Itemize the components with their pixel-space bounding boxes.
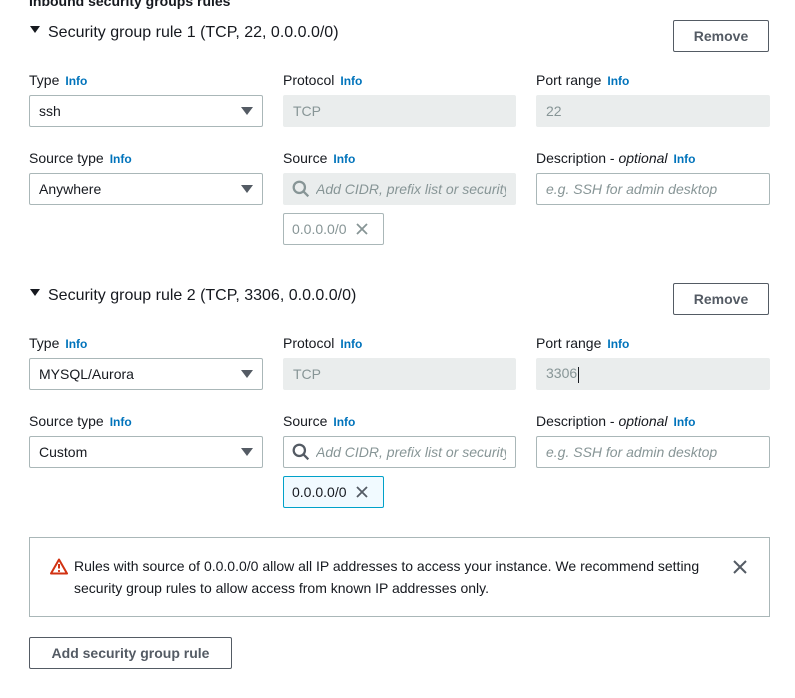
rule-1-description-label: Description - optional Info [536,150,696,166]
rule-1-source-token: 0.0.0.0/0 [283,213,384,245]
rule-2-protocol-field: TCP [283,358,516,390]
close-icon[interactable] [355,485,369,499]
rule-2-source-label: Source Info [283,413,356,429]
info-link[interactable]: Info [607,74,629,88]
rule-2-source-type-label: Source type Info [29,413,132,429]
security-group-rules-panel: Inbound security groups rules Security g… [0,0,795,698]
caret-down-icon[interactable] [30,288,40,296]
rule-1-protocol-field: TCP [283,95,516,127]
rule-1-protocol-label: Protocol Info [283,72,363,88]
rule-1-source-input: Add CIDR, prefix list or security [283,173,516,205]
rule-1-type-label: Type Info [29,72,88,88]
rule-1-source-type-select[interactable]: Anywhere [29,173,263,205]
rule-1-remove-button[interactable]: Remove [673,20,769,52]
chevron-down-icon [241,370,253,378]
rule-1-port-label: Port range Info [536,72,630,88]
text-cursor [578,366,580,383]
info-link[interactable]: Info [110,152,132,166]
close-icon[interactable] [731,558,749,576]
info-link[interactable]: Info [333,152,355,166]
rule-2-type-select[interactable]: MYSQL/Aurora [29,358,263,390]
info-link[interactable]: Info [674,415,696,429]
warning-icon [50,558,68,575]
info-link[interactable]: Info [340,337,362,351]
rule-1-header[interactable]: Security group rule 1 (TCP, 22, 0.0.0.0/… [30,24,339,42]
rule-1-source-type-label: Source type Info [29,150,132,166]
rule-1-description-input[interactable]: e.g. SSH for admin desktop [536,173,770,205]
search-icon [292,443,310,461]
rule-1-title: Security group rule 1 (TCP, 22, 0.0.0.0/… [48,24,339,41]
rule-2-title: Security group rule 2 (TCP, 3306, 0.0.0.… [48,287,357,304]
rule-2-source-type-select[interactable]: Custom [29,436,263,468]
info-link[interactable]: Info [607,337,629,351]
rule-2-description-label: Description - optional Info [536,413,696,429]
rule-2-protocol-label: Protocol Info [283,335,363,351]
chevron-down-icon [241,448,253,456]
section-title: Inbound security groups rules [29,0,231,9]
info-link[interactable]: Info [110,415,132,429]
rule-1-source-label: Source Info [283,150,356,166]
info-link[interactable]: Info [333,415,355,429]
rule-2-source-token: 0.0.0.0/0 [283,476,384,508]
info-link[interactable]: Info [65,337,87,351]
search-icon [292,180,310,198]
rule-2-port-field[interactable]: 3306 [536,358,770,390]
chevron-down-icon [241,185,253,193]
rule-2-port-label: Port range Info [536,335,630,351]
alert-message: Rules with source of 0.0.0.0/0 allow all… [74,558,700,596]
rule-1-type-select[interactable]: ssh [29,95,263,127]
rule-2-remove-button[interactable]: Remove [673,283,769,315]
rule-2-type-label: Type Info [29,335,88,351]
rule-2-header[interactable]: Security group rule 2 (TCP, 3306, 0.0.0.… [30,287,356,305]
info-link[interactable]: Info [340,74,362,88]
info-link[interactable]: Info [65,74,87,88]
rule-2-description-input[interactable]: e.g. SSH for admin desktop [536,436,770,468]
rule-1-port-field: 22 [536,95,770,127]
warning-alert: Rules with source of 0.0.0.0/0 allow all… [29,537,770,617]
add-security-group-rule-button[interactable]: Add security group rule [29,637,232,669]
info-link[interactable]: Info [674,152,696,166]
chevron-down-icon [241,107,253,115]
close-icon [355,223,368,235]
caret-down-icon[interactable] [30,25,40,33]
rule-2-source-input[interactable]: Add CIDR, prefix list or security [283,436,516,468]
